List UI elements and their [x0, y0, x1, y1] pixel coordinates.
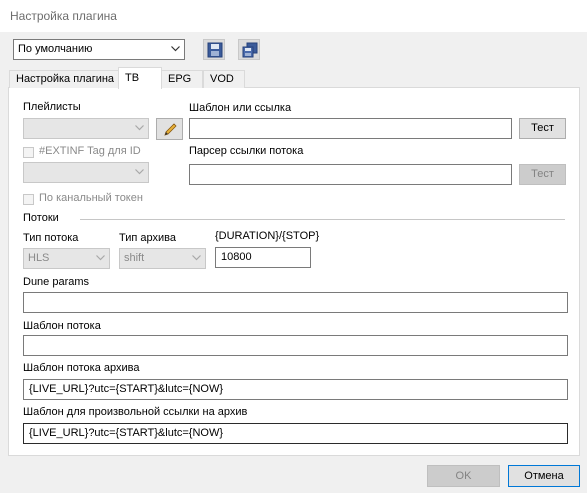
cancel-button[interactable]: Отмена	[508, 465, 580, 487]
dune-params-input[interactable]	[23, 292, 568, 313]
duration-input[interactable]: 10800	[215, 247, 311, 268]
extinf-label: #EXTINF Tag для ID	[39, 145, 141, 157]
tab-label: VOD	[210, 73, 234, 85]
chevron-down-icon	[192, 255, 201, 263]
tab-vod[interactable]: VOD	[203, 70, 245, 88]
stream-type-value: HLS	[28, 252, 50, 264]
edit-playlist-button[interactable]	[156, 118, 183, 140]
save-button[interactable]	[203, 39, 225, 60]
window-title: Настройка плагина	[10, 9, 117, 23]
custom-archive-input[interactable]: {LIVE_URL}?utc={START}&lutc={NOW}	[23, 423, 568, 444]
parser-input[interactable]	[189, 164, 512, 185]
tab-label: Настройка плагина	[16, 73, 115, 85]
template-test-button[interactable]: Тест	[519, 118, 566, 139]
parser-label: Парсер ссылки потока	[189, 145, 304, 157]
tab-tv[interactable]: ТВ	[118, 67, 162, 89]
section-divider	[80, 219, 565, 220]
archive-template-value: {LIVE_URL}?utc={START}&lutc={NOW}	[29, 383, 224, 395]
playlists-label: Плейлисты	[23, 101, 81, 113]
chevron-down-icon	[135, 169, 144, 177]
chevron-down-icon	[171, 46, 180, 54]
parser-test-button[interactable]: Тест	[519, 164, 566, 185]
per-channel-token-checkbox[interactable]	[23, 194, 34, 205]
custom-archive-value: {LIVE_URL}?utc={START}&lutc={NOW}	[29, 427, 224, 439]
stream-template-input[interactable]	[23, 335, 568, 356]
tab-epg[interactable]: EPG	[161, 70, 203, 88]
per-channel-token-label: По канальный токен	[39, 192, 143, 204]
chevron-down-icon	[135, 125, 144, 133]
template-label: Шаблон или ссылка	[189, 102, 292, 114]
archive-type-value: shift	[124, 252, 145, 264]
tab-panel	[8, 88, 580, 456]
stream-type-dropdown[interactable]: HLS	[23, 248, 110, 269]
floppy-disk-icon	[207, 42, 223, 58]
preset-dropdown[interactable]: По умолчанию	[13, 39, 185, 60]
tab-label: EPG	[168, 73, 192, 85]
preset-value: По умолчанию	[18, 43, 93, 55]
stream-template-label: Шаблон потока	[23, 320, 101, 332]
extinf-checkbox[interactable]	[23, 147, 34, 158]
archive-template-label: Шаблон потока архива	[23, 362, 140, 374]
dune-params-label: Dune params	[23, 276, 90, 288]
duration-label: {DURATION}/{STOP}	[215, 230, 320, 242]
template-input[interactable]	[189, 118, 512, 139]
archive-type-label: Тип архива	[119, 232, 176, 244]
tab-label: ТВ	[125, 72, 140, 84]
archive-type-dropdown[interactable]: shift	[119, 248, 206, 269]
extinf-dropdown[interactable]	[23, 162, 149, 183]
tab-plugin-settings[interactable]: Настройка плагина	[9, 70, 119, 88]
save-all-button[interactable]	[238, 39, 260, 60]
stream-type-label: Тип потока	[23, 232, 79, 244]
duration-value: 10800	[221, 251, 252, 263]
streams-section-label: Потоки	[23, 212, 59, 224]
archive-template-input[interactable]: {LIVE_URL}?utc={START}&lutc={NOW}	[23, 379, 568, 400]
ok-button[interactable]: OK	[427, 465, 500, 487]
chevron-down-icon	[96, 255, 105, 263]
playlists-dropdown[interactable]	[23, 118, 149, 139]
custom-archive-label: Шаблон для произвольной ссылки на архив	[23, 406, 248, 418]
multiple-floppy-icon	[242, 42, 258, 58]
pencil-icon	[164, 123, 177, 136]
